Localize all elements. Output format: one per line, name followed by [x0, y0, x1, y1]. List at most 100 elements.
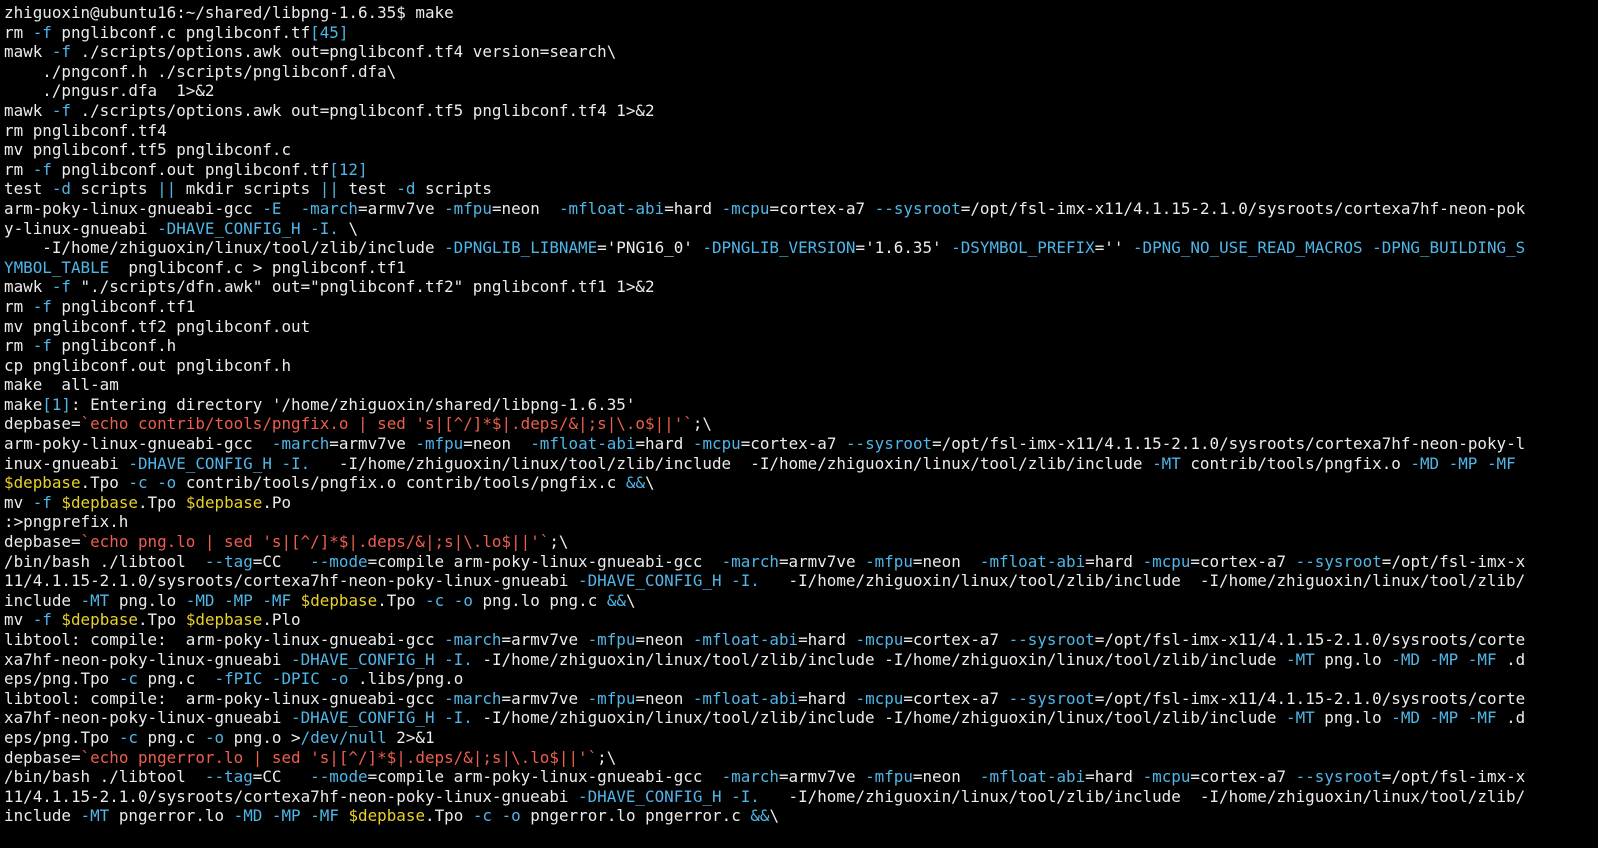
terminal-flag: -MD	[1391, 708, 1420, 728]
terminal-text: /bin/bash ./libtool	[4, 767, 205, 787]
terminal-flag: -march	[444, 630, 502, 649]
terminal-flag: -march	[721, 767, 779, 787]
terminal-line: rm -f pnglibconf.out pnglibconf.tf[12]	[4, 160, 1598, 180]
terminal-line: make all-am	[4, 375, 1598, 395]
terminal-line: eps/png.Tpo -c png.c -o png.o >/dev/null…	[4, 728, 1598, 748]
terminal-flag: -MP	[224, 590, 253, 610]
terminal-text: scripts	[70, 179, 158, 199]
terminal-flag: -MT	[1286, 708, 1315, 728]
terminal-text: .Plo	[262, 610, 301, 630]
terminal-line: rm -f pnglibconf.h	[4, 336, 1598, 356]
terminal-text: rm	[4, 159, 33, 179]
terminal-text: make	[4, 394, 43, 414]
terminal-line: depbase=`echo png.lo | sed 's|[^/]*$|.de…	[4, 532, 1598, 552]
terminal-text: arm-poky-linux-gnueabi-gcc	[4, 198, 263, 218]
terminal-flag: -I.	[310, 218, 339, 238]
terminal-text: cp pnglibconf.out pnglibconf.h	[4, 355, 292, 375]
terminal-flag: --mode	[310, 767, 368, 787]
terminal-variable: $depbase	[61, 492, 138, 512]
terminal-text: rm	[4, 336, 33, 356]
terminal-flag: -o	[501, 806, 521, 826]
terminal-flag: -MF	[1467, 649, 1497, 669]
terminal-flag: &&	[625, 473, 646, 493]
terminal-flag: -mfpu	[444, 198, 492, 218]
terminal-text: 11/4.1.15-2.1.0/sysroots/cortexa7hf-neon…	[4, 786, 579, 806]
terminal-flag: -mfloat-abi	[558, 198, 665, 218]
terminal-text: ./scripts/options.awk out=pnglibconf.tf4…	[70, 42, 617, 62]
terminal-text: eps/png.Tpo	[4, 669, 119, 689]
terminal-text: =compile arm-poky-linux-gnueabi-gcc	[367, 551, 722, 571]
terminal-line: libtool: compile: arm-poky-linux-gnueabi…	[4, 630, 1598, 650]
terminal-text: =compile arm-poky-linux-gnueabi-gcc	[367, 767, 722, 787]
terminal-variable: $depbase	[348, 806, 426, 826]
terminal-flag: -MT	[1152, 453, 1181, 473]
terminal-text: depbase=	[4, 414, 81, 434]
terminal-flag: -I.	[444, 649, 473, 669]
terminal-line: 11/4.1.15-2.1.0/sysroots/cortexa7hf-neon…	[4, 787, 1598, 807]
terminal-text: =hard	[664, 198, 722, 218]
terminal-text: :>pngprefix.h	[4, 512, 129, 532]
terminal-text: =neon	[463, 434, 531, 454]
terminal-text: ./scripts/options.awk out=pnglibconf.tf5…	[70, 100, 655, 120]
terminal-text: xa7hf-neon-poky-linux-gnueabi	[4, 649, 292, 669]
terminal-text: ;\	[597, 747, 617, 767]
terminal-text: =armv7ve	[329, 434, 416, 454]
terminal-text: =/opt/fsl-imx-x	[1381, 551, 1526, 571]
terminal-text: .Tpo	[377, 590, 426, 610]
terminal-flag: -MF	[1486, 453, 1516, 473]
terminal-text: .Tpo	[137, 492, 186, 512]
terminal-line: mv pnglibconf.tf5 pnglibconf.c	[4, 140, 1598, 160]
terminal-flag: -I.	[731, 571, 760, 591]
terminal-flag: -mcpu	[721, 198, 770, 218]
terminal-flag: -MP	[271, 806, 301, 826]
terminal-line: include -MT pngerror.lo -MD -MP -MF $dep…	[4, 806, 1598, 826]
terminal-line: y-linux-gnueabi -DHAVE_CONFIG_H -I. \	[4, 219, 1598, 239]
terminal-flag: -MT	[80, 806, 110, 826]
terminal-line: mawk -f "./scripts/dfn.awk" out="pnglibc…	[4, 277, 1598, 297]
terminal-flag: --sysroot	[1008, 688, 1095, 708]
terminal-text: scripts	[415, 179, 492, 199]
terminal-text: .Tpo	[80, 473, 129, 493]
terminal-output[interactable]: zhiguoxin@ubuntu16:~/shared/libpng-1.6.3…	[0, 0, 1598, 848]
terminal-line: ./pngconf.h ./scripts/pnglibconf.dfa\	[4, 62, 1598, 82]
terminal-text: png.o >	[224, 727, 301, 747]
terminal-flag: -MT	[80, 590, 110, 610]
terminal-text: pnglibconf.out pnglibconf.tf	[51, 159, 330, 179]
terminal-flag: -DPNG_BUILDING_S	[1372, 238, 1526, 258]
terminal-line: xa7hf-neon-poky-linux-gnueabi -DHAVE_CON…	[4, 708, 1598, 728]
terminal-line: mawk -f ./scripts/options.awk out=pnglib…	[4, 42, 1598, 62]
terminal-line: inux-gnueabi -DHAVE_CONFIG_H -I. -I/home…	[4, 454, 1598, 474]
terminal-line: include -MT png.lo -MD -MP -MF $depbase.…	[4, 591, 1598, 611]
terminal-flag: -I.	[281, 453, 311, 473]
terminal-flag: -march	[444, 688, 502, 708]
terminal-flag: -f	[51, 277, 71, 297]
terminal-text: png.lo	[1314, 649, 1392, 669]
terminal-flag: -c	[118, 727, 138, 747]
terminal-text: make all-am	[4, 375, 119, 395]
terminal-flag: -mfpu	[865, 767, 913, 787]
terminal-flag: -f	[32, 159, 52, 179]
terminal-text: =''	[1094, 238, 1133, 258]
terminal-text: libtool: compile: arm-poky-linux-gnueabi…	[4, 688, 445, 708]
terminal-text: libtool: compile: arm-poky-linux-gnueabi…	[4, 630, 445, 649]
terminal-flag: -mfloat-abi	[530, 434, 636, 454]
terminal-flag: -DHAVE_CONFIG_H	[291, 649, 435, 669]
terminal-flag: -mfpu	[587, 688, 636, 708]
terminal-flag: -MP	[1448, 453, 1478, 473]
terminal-flag: -mfpu	[415, 434, 464, 454]
terminal-text: mv	[4, 610, 33, 630]
terminal-text: : Entering directory '/home/zhiguoxin/sh…	[70, 394, 636, 414]
terminal-text: mawk	[4, 100, 52, 120]
terminal-text: png.lo png.c	[472, 590, 607, 610]
terminal-flag: -o	[453, 590, 473, 610]
